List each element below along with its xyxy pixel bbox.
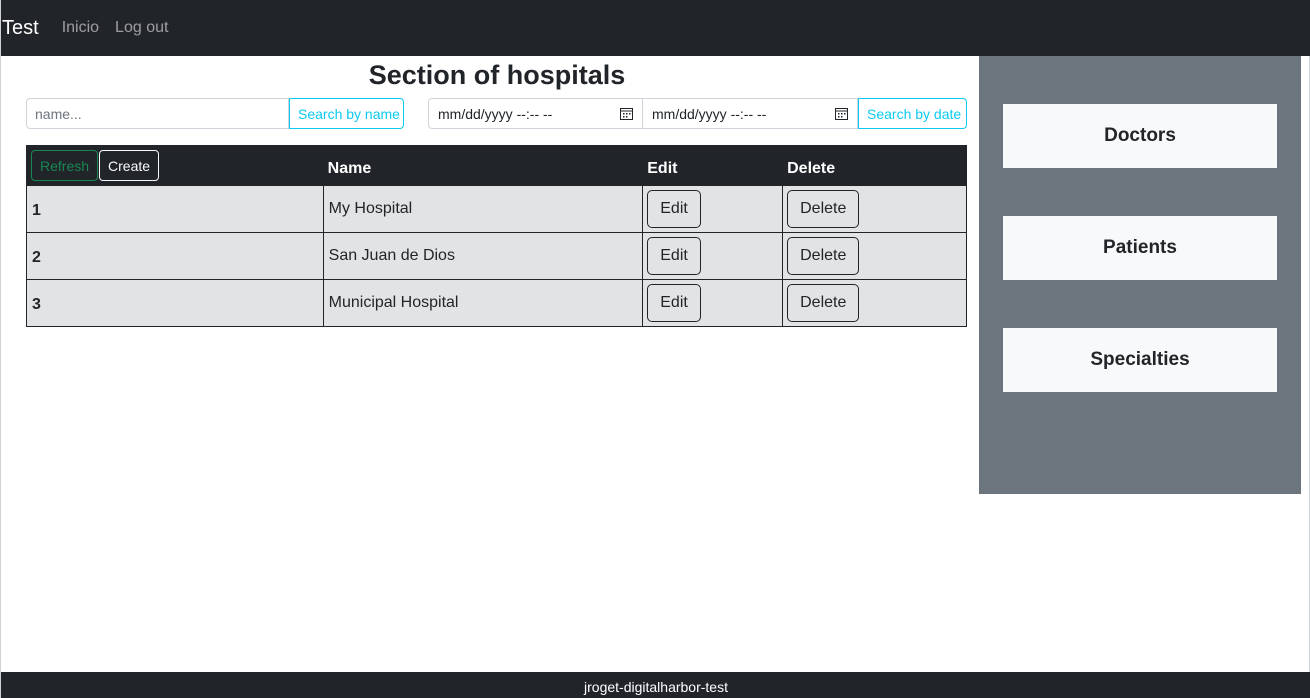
date-from-input[interactable]: mm/dd/yyyy --:-- -- [428,98,643,129]
search-by-date-button[interactable]: Search by date [858,98,967,129]
search-by-name-button[interactable]: Search by name [289,98,404,129]
name-search-group: Search by name [26,98,404,129]
row-id: 3 [26,279,324,327]
page-title: Section of hospitals [368,60,626,90]
row-id: 1 [26,185,324,233]
refresh-button[interactable]: Refresh [31,150,99,181]
date-search-group: mm/dd/yyyy --:-- -- mm/dd/yyyy --:-- -- [428,98,967,129]
delete-button[interactable]: Delete [787,284,860,322]
nav-link-logout[interactable]: Log out [115,19,168,37]
row-delete-cell: Delete [782,232,967,280]
row-name: San Juan de Dios [322,232,644,280]
column-header-name: Name [322,145,644,186]
page: Test Inicio Log out Section of hospitals… [0,0,1310,698]
column-header-delete: Delete [782,145,967,186]
column-header-edit: Edit [642,145,784,186]
navbar-brand[interactable]: Test [2,17,39,40]
hospitals-table: Refresh Create Name Edit Delete 1 My Hosp… [26,145,967,327]
table-row: 1 My Hospital Edit Delete [26,185,967,233]
date-from-value: mm/dd/yyyy --:-- -- [438,105,553,122]
name-search-input[interactable] [26,98,289,129]
row-edit-cell: Edit [642,279,784,327]
date-to-input[interactable]: mm/dd/yyyy --:-- -- [643,98,858,129]
delete-button[interactable]: Delete [787,190,860,228]
calendar-icon[interactable] [835,107,848,120]
date-to-value: mm/dd/yyyy --:-- -- [652,105,767,122]
nav-link-inicio[interactable]: Inicio [62,19,99,37]
table-actions-header: Refresh Create [26,145,324,186]
edit-button[interactable]: Edit [647,237,701,275]
navbar: Test Inicio Log out [1,0,1310,56]
row-id: 2 [26,232,324,280]
row-edit-cell: Edit [642,232,784,280]
footer: jroget-digitalharbor-test [1,672,1310,698]
delete-button[interactable]: Delete [787,237,860,275]
sidebar-item-specialties[interactable]: Specialties [1003,328,1277,392]
edit-button[interactable]: Edit [647,190,701,228]
calendar-icon[interactable] [620,107,633,120]
row-delete-cell: Delete [782,185,967,233]
row-edit-cell: Edit [642,185,784,233]
sidebar-item-patients[interactable]: Patients [1003,216,1277,280]
sidebar: Doctors Patients Specialties [979,56,1301,494]
sidebar-item-doctors[interactable]: Doctors [1003,104,1277,168]
row-delete-cell: Delete [782,279,967,327]
table-row: 2 San Juan de Dios Edit Delete [26,232,967,280]
create-button[interactable]: Create [99,150,160,181]
table-row: 3 Municipal Hospital Edit Delete [26,279,967,327]
table-header-row: Refresh Create Name Edit Delete [26,145,967,186]
row-name: Municipal Hospital [322,279,644,327]
edit-button[interactable]: Edit [647,284,701,322]
footer-text: jroget-digitalharbor-test [584,679,728,695]
row-name: My Hospital [322,185,644,233]
